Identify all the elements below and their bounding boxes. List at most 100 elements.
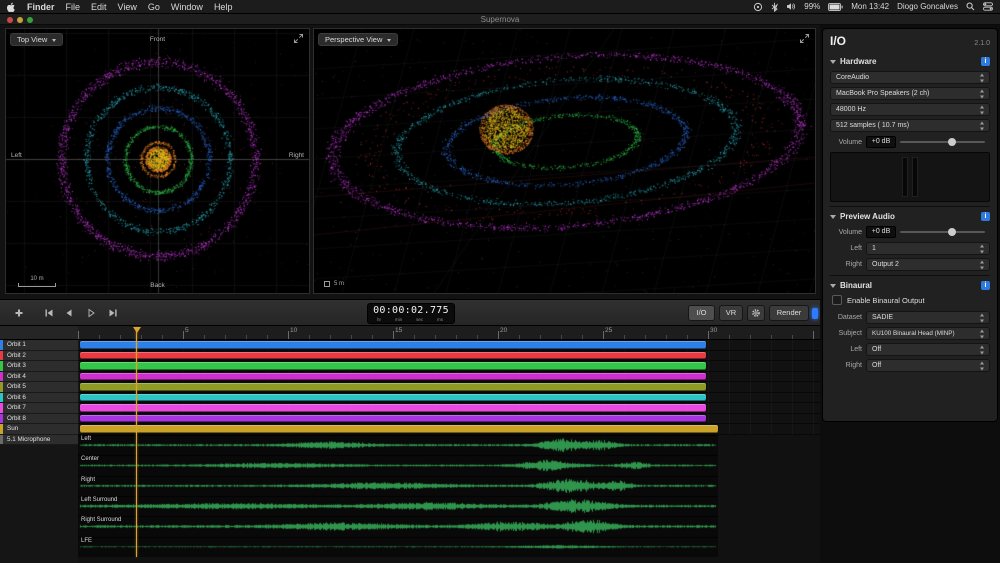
top-view-canvas[interactable] — [6, 29, 309, 293]
slider-thumb[interactable] — [948, 228, 956, 236]
playhead[interactable] — [136, 327, 137, 557]
track-name-label: Sun — [7, 425, 18, 432]
enable-binaural-label: Enable Binaural Output — [847, 296, 925, 305]
hardware-volume-value[interactable]: +0 dB — [866, 136, 896, 148]
sample-rate-select[interactable]: 48000 Hz — [830, 103, 990, 116]
info-icon[interactable] — [981, 57, 990, 66]
subject-select[interactable]: KU100 Binaural Head (MINP) — [866, 327, 990, 340]
skip-forward-button[interactable] — [104, 305, 122, 321]
track-header-orbit-4[interactable]: Orbit 4 — [0, 372, 78, 383]
timeline-ruler[interactable]: 51015202530 — [78, 326, 820, 340]
preview-volume-value[interactable]: +0 dB — [866, 226, 896, 238]
track-lane[interactable] — [78, 361, 820, 372]
track-header-5-1-microphone[interactable]: 5.1 Microphone — [0, 435, 78, 446]
render-button[interactable]: Render — [769, 305, 809, 321]
track-header-orbit-2[interactable]: Orbit 2 — [0, 351, 78, 362]
clip-bar-orbit-2[interactable] — [80, 352, 706, 359]
buffer-size-select[interactable]: 512 samples ( 10.7 ms) — [830, 119, 990, 132]
bluetooth-icon[interactable] — [771, 2, 778, 12]
info-icon[interactable] — [981, 281, 990, 290]
preview-left-select[interactable]: 1 — [866, 242, 990, 255]
track-header-orbit-7[interactable]: Orbit 7 — [0, 403, 78, 414]
track-lane[interactable] — [78, 382, 820, 393]
track-header-sun[interactable]: Sun — [0, 424, 78, 435]
track-header-orbit-6[interactable]: Orbit 6 — [0, 393, 78, 404]
clip-bar-orbit-1[interactable] — [80, 341, 706, 348]
vr-button[interactable]: VR — [719, 305, 743, 321]
disclosure-triangle-icon[interactable] — [830, 60, 836, 64]
track-header-orbit-8[interactable]: Orbit 8 — [0, 414, 78, 425]
waveform-label: Left Surround — [81, 497, 117, 503]
perspective-view-selector[interactable]: Perspective View — [318, 33, 398, 46]
settings-gear-button[interactable] — [747, 305, 765, 321]
track-header-orbit-1[interactable]: Orbit 1 — [0, 340, 78, 351]
binaural-left-select[interactable]: Off — [866, 343, 990, 356]
menu-item-go[interactable]: Go — [148, 2, 160, 12]
enable-binaural-checkbox[interactable] — [832, 295, 842, 305]
track-lane[interactable] — [78, 424, 820, 435]
hardware-volume-slider[interactable] — [900, 141, 985, 143]
skip-to-start-button[interactable] — [40, 305, 58, 321]
io-panel-toggle-button[interactable]: I/O — [688, 305, 715, 321]
sample-rate-value: 48000 Hz — [836, 106, 866, 113]
expand-view-icon[interactable] — [799, 33, 811, 45]
timeline-corner — [0, 326, 78, 340]
dataset-select[interactable]: SADIE — [866, 311, 990, 324]
disclosure-triangle-icon[interactable] — [830, 284, 836, 288]
scale-label: 10 m — [30, 276, 43, 282]
chevron-down-icon — [387, 39, 391, 42]
menu-item-file[interactable]: File — [66, 2, 81, 12]
menu-item-window[interactable]: Window — [171, 2, 203, 12]
time-unit-min: min — [395, 317, 402, 322]
track-color-chip — [0, 435, 3, 445]
info-icon[interactable] — [981, 212, 990, 221]
track-lane[interactable] — [78, 340, 820, 351]
axis-label-right: Right — [289, 152, 304, 159]
slider-thumb[interactable] — [948, 138, 956, 146]
track-lane[interactable] — [78, 414, 820, 425]
menu-clock[interactable]: Mon 13:42 — [851, 2, 889, 11]
menu-item-help[interactable]: Help — [214, 2, 233, 12]
control-center-icon[interactable] — [983, 2, 993, 11]
track-name-label: 5.1 Microphone — [7, 436, 50, 443]
clip-bar-orbit-4[interactable] — [80, 373, 706, 380]
clip-bar-orbit-3[interactable] — [80, 362, 706, 369]
microphone-waveforms[interactable]: LeftCenterRightLeft SurroundRight Surrou… — [78, 435, 718, 558]
search-icon[interactable] — [966, 2, 975, 11]
clip-bar-orbit-5[interactable] — [80, 383, 706, 390]
time-display[interactable]: 00:00:02.775 hr min sec ms — [367, 303, 455, 324]
track-header-orbit-3[interactable]: Orbit 3 — [0, 361, 78, 372]
clip-bar-orbit-7[interactable] — [80, 404, 706, 411]
volume-icon[interactable] — [786, 2, 796, 11]
waveform-label: Center — [81, 456, 99, 462]
clip-bar-orbit-8[interactable] — [80, 415, 706, 422]
step-back-button[interactable] — [60, 305, 78, 321]
track-lane[interactable] — [78, 393, 820, 404]
clip-bar-orbit-6[interactable] — [80, 394, 706, 401]
audio-device-select[interactable]: MacBook Pro Speakers (2 ch) — [830, 87, 990, 100]
menu-item-edit[interactable]: Edit — [91, 2, 107, 12]
track-lane[interactable] — [78, 351, 820, 362]
play-button[interactable] — [82, 305, 100, 321]
track-header-orbit-5[interactable]: Orbit 5 — [0, 382, 78, 393]
preview-right-select[interactable]: Output 2 — [866, 258, 990, 271]
top-view-selector[interactable]: Top View — [10, 33, 63, 46]
track-lane[interactable] — [78, 403, 820, 414]
expand-view-icon[interactable] — [293, 33, 305, 45]
menu-user[interactable]: Diogo Goncalves — [897, 2, 958, 11]
menu-item-view[interactable]: View — [118, 2, 137, 12]
battery-icon[interactable] — [828, 3, 843, 11]
disclosure-triangle-icon[interactable] — [830, 215, 836, 219]
track-lane[interactable] — [78, 372, 820, 383]
preview-volume-slider[interactable] — [900, 231, 985, 233]
apple-menu-icon[interactable] — [7, 2, 16, 12]
perspective-view-canvas[interactable] — [314, 29, 815, 293]
binaural-right-select[interactable]: Off — [866, 359, 990, 372]
top-view-panel: Top View Front Back Left Right 10 m — [5, 28, 310, 294]
audio-driver-select[interactable]: CoreAudio — [830, 71, 990, 84]
clip-bar-sun[interactable] — [80, 425, 718, 432]
menu-item-finder[interactable]: Finder — [27, 2, 55, 12]
add-track-button[interactable] — [10, 305, 28, 321]
binaural-section: Binaural Enable Binaural Output Dataset … — [830, 275, 990, 372]
status-circle-icon[interactable] — [753, 2, 763, 12]
